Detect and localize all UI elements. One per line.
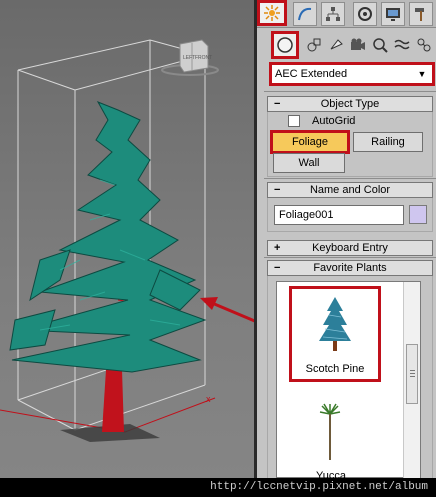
shapes-button[interactable] — [303, 34, 325, 56]
foliage-button[interactable]: Foliage — [270, 130, 350, 154]
object-type-rollout-header[interactable]: − Object Type — [267, 96, 433, 112]
geometry-button[interactable] — [271, 31, 299, 59]
separator — [264, 257, 436, 258]
display-tab[interactable] — [381, 2, 405, 26]
tree-trunk — [102, 370, 124, 432]
hammer-icon — [415, 8, 424, 21]
space-warps-button[interactable] — [391, 34, 413, 56]
viewcube-left-label: LEFT — [183, 55, 196, 61]
light-icon — [330, 39, 343, 50]
motion-circle-icon — [358, 7, 372, 21]
favorite-plants-rollout-header[interactable]: − Favorite Plants — [267, 260, 433, 276]
lights-button[interactable] — [325, 34, 347, 56]
systems-icon — [417, 38, 431, 52]
shapes-icon — [307, 38, 321, 52]
viewcube[interactable]: LEFT FRONT — [160, 38, 224, 76]
autogrid-checkbox[interactable] — [288, 115, 300, 127]
object-category-dropdown[interactable]: AEC Extended ▼ — [269, 62, 435, 86]
category-buttons — [257, 30, 436, 60]
motion-tab[interactable] — [353, 2, 377, 26]
svg-text:x: x — [206, 394, 211, 404]
curve-modify-icon — [298, 7, 312, 21]
scotch-pine-thumbnail-icon — [319, 297, 351, 351]
modify-tab[interactable] — [293, 2, 317, 26]
create-tab[interactable] — [257, 0, 287, 26]
helpers-button[interactable] — [369, 34, 391, 56]
grip-line — [410, 373, 415, 374]
object-type-title: Object Type — [320, 98, 380, 110]
separator — [264, 178, 436, 179]
name-color-rollout-header[interactable]: − Name and Color — [267, 182, 433, 198]
wall-button[interactable]: Wall — [273, 153, 345, 173]
hierarchy-icon — [326, 7, 340, 21]
watermark-url: http://lccnetvip.pixnet.net/album — [0, 478, 436, 497]
dropdown-value: AEC Extended — [275, 68, 348, 80]
display-monitor-icon — [386, 8, 400, 21]
object-name-field[interactable]: Foliage001 — [274, 205, 404, 225]
autogrid-row[interactable]: AutoGrid — [288, 114, 355, 128]
viewcube-front-label: FRONT — [195, 55, 213, 61]
command-panel-tabs — [257, 0, 436, 28]
utilities-tab[interactable] — [409, 2, 433, 26]
name-color-title: Name and Color — [309, 184, 391, 196]
keyboard-entry-title: Keyboard Entry — [312, 242, 388, 254]
plants-scrollbar[interactable] — [403, 282, 420, 478]
systems-button[interactable] — [413, 34, 435, 56]
railing-button[interactable]: Railing — [353, 132, 423, 152]
hierarchy-tab[interactable] — [321, 2, 345, 26]
yucca-thumbnail-icon — [319, 403, 341, 460]
keyboard-entry-rollout-header[interactable]: + Keyboard Entry — [267, 240, 433, 256]
sun-star-icon — [264, 5, 280, 21]
tree-foliage — [9, 101, 207, 373]
sphere-icon — [277, 37, 293, 53]
perspective-viewport[interactable]: x LEFT FRONT — [0, 0, 254, 478]
autogrid-label: AutoGrid — [312, 115, 356, 127]
camera-icon — [351, 38, 365, 50]
plant-label-scotch-pine: Scotch Pine — [305, 363, 365, 375]
plant-item-yucca[interactable]: Yucca — [296, 398, 366, 482]
chevron-down-icon: ▼ — [417, 69, 427, 79]
plants-scrollbar-thumb[interactable] — [406, 344, 418, 404]
grip-line — [410, 370, 415, 371]
plant-item-scotch-pine[interactable]: Scotch Pine — [289, 286, 381, 382]
favorite-plants-title: Favorite Plants — [313, 262, 387, 274]
helper-icon — [373, 38, 388, 53]
grip-line — [410, 376, 415, 377]
wave-icon — [394, 39, 410, 50]
separator — [264, 91, 436, 92]
cameras-button[interactable] — [347, 34, 369, 56]
object-color-swatch[interactable] — [409, 205, 427, 224]
